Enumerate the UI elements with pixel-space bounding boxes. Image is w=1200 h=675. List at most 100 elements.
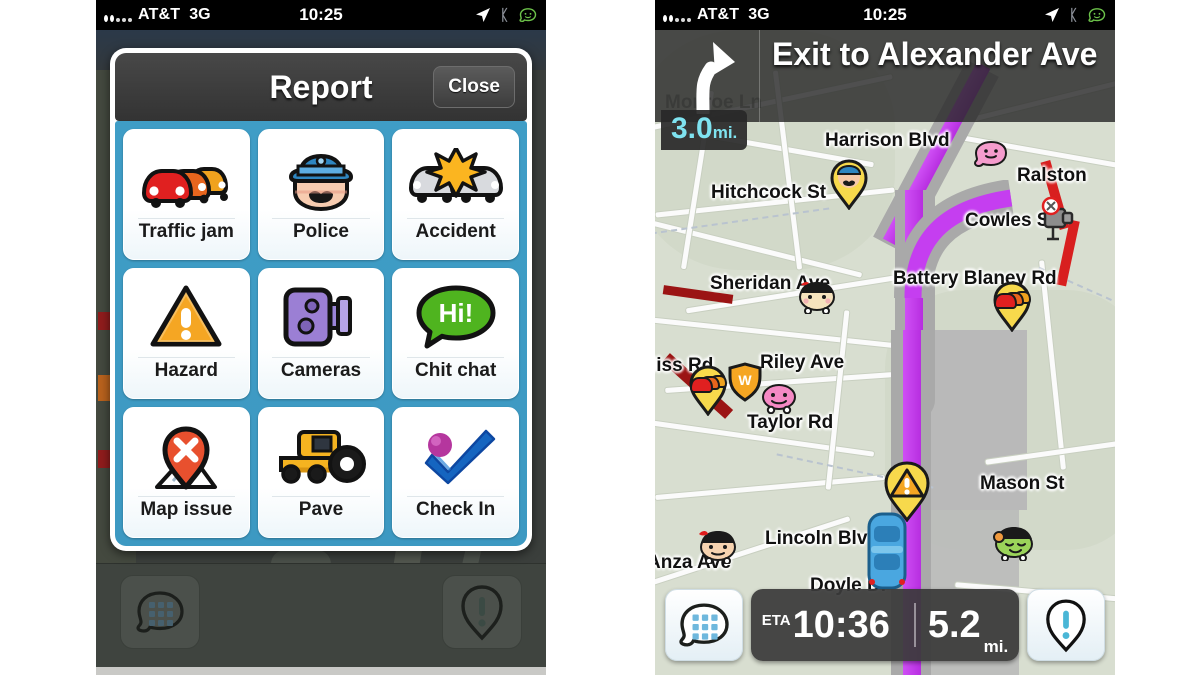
map-road xyxy=(655,474,885,501)
report-option-cameras[interactable]: Cameras xyxy=(257,268,385,399)
report-option-label: Accident xyxy=(415,221,496,242)
report-option-label: Hazard xyxy=(154,360,218,381)
speed-camera-icon[interactable] xyxy=(1033,195,1077,243)
mood-ninja-icon[interactable] xyxy=(795,280,839,314)
report-option-accident[interactable]: Accident xyxy=(392,129,519,260)
status-icons: ᛕ xyxy=(1044,7,1107,24)
waze-menu-button[interactable] xyxy=(665,589,743,661)
remaining-distance: 3.0mi. xyxy=(661,110,748,150)
report-button[interactable] xyxy=(1027,589,1105,661)
tile-divider xyxy=(272,357,370,358)
close-button[interactable]: Close xyxy=(433,66,515,108)
navigation-instruction-banner: 3.0mi. Exit to Alexander Ave xyxy=(655,30,1115,150)
map-label: Harrison Blvd xyxy=(825,130,950,151)
tile-divider xyxy=(137,496,235,497)
waze-logo-icon xyxy=(519,7,537,22)
screenshot-stage: Report Close Traffic jam Police Accident… xyxy=(0,0,1200,675)
map-label: Lincoln Blv xyxy=(765,528,868,549)
phone-right-navigation-screen: Monroe Ln Harrison Blvd Ralston Hitchcoc… xyxy=(655,0,1115,675)
remaining-distance-unit: mi. xyxy=(712,123,738,142)
phone-left-report-screen: Report Close Traffic jam Police Accident… xyxy=(96,0,546,675)
report-dialog-header: Report Close xyxy=(115,53,527,121)
report-option-label: Traffic jam xyxy=(138,221,234,242)
svg-text:W: W xyxy=(738,372,752,388)
waze-badge-icon[interactable]: W xyxy=(727,362,763,402)
camera-icon xyxy=(280,278,362,356)
mood-pink-icon[interactable] xyxy=(973,140,1009,168)
report-option-label: Check In xyxy=(416,499,496,520)
report-option-map-issue[interactable]: Map issue xyxy=(123,407,250,538)
bluetooth-icon: ᛕ xyxy=(1068,6,1078,24)
exit-right-arrow-icon xyxy=(696,42,735,114)
police-pin-icon[interactable] xyxy=(829,158,869,210)
hazard-icon xyxy=(149,278,223,356)
report-option-label: Chit chat xyxy=(415,360,497,381)
maneuver-panel: 3.0mi. xyxy=(655,30,760,150)
bluetooth-icon: ᛕ xyxy=(499,6,509,24)
map-issue-pin-icon xyxy=(143,417,229,495)
eta-label: ETA xyxy=(761,612,791,629)
car-position-icon xyxy=(867,512,907,590)
map-label: Ralston xyxy=(1017,165,1087,186)
location-arrow-icon xyxy=(475,8,490,22)
traffic-jam-icon xyxy=(138,139,234,217)
eta-time-group: ETA 10:36 xyxy=(762,606,902,644)
report-option-pave[interactable]: Pave xyxy=(257,407,385,538)
eta-panel[interactable]: ETA 10:36 5.2 mi. xyxy=(751,589,1019,661)
report-option-label: Map issue xyxy=(140,499,233,520)
accident-icon xyxy=(407,139,505,217)
waze-logo-icon xyxy=(1088,7,1106,22)
status-bar-right: AT&T 3G 10:25 ᛕ xyxy=(655,0,1115,30)
check-in-icon xyxy=(414,417,498,495)
eta-distance-value: 5.2 xyxy=(927,604,981,646)
tile-divider xyxy=(407,357,505,358)
status-bar-left: AT&T 3G 10:25 ᛕ xyxy=(96,0,546,30)
status-icons: ᛕ xyxy=(475,7,538,24)
report-option-traffic-jam[interactable]: Traffic jam xyxy=(123,129,250,260)
report-option-hazard[interactable]: Hazard xyxy=(123,268,250,399)
report-option-label: Police xyxy=(293,221,349,242)
right-bottom-bar: ETA 10:36 5.2 mi. xyxy=(655,589,1115,661)
mood-pink-car-icon[interactable] xyxy=(759,382,799,414)
left-bottom-bar xyxy=(96,563,546,675)
map-label: Riley Ave xyxy=(760,352,845,373)
waze-menu-button[interactable] xyxy=(120,575,200,649)
tile-divider xyxy=(137,357,235,358)
chat-bubble-icon: Hi! xyxy=(413,278,499,356)
waze-menu-icon xyxy=(136,591,184,633)
tile-divider xyxy=(137,218,235,219)
remaining-distance-value: 3.0 xyxy=(671,112,713,145)
tile-divider xyxy=(272,218,370,219)
map-road xyxy=(655,316,895,349)
eta-divider xyxy=(913,603,916,647)
report-pin-icon xyxy=(461,585,503,641)
police-icon xyxy=(281,139,361,217)
eta-distance-unit: mi. xyxy=(983,637,1009,656)
report-pin-icon xyxy=(1046,599,1086,653)
report-option-label: Cameras xyxy=(280,360,362,381)
report-dialog-title: Report xyxy=(269,68,373,105)
report-option-police[interactable]: Police xyxy=(257,129,385,260)
location-arrow-icon xyxy=(1044,8,1059,22)
traffic-jam-pin-icon[interactable] xyxy=(688,364,728,416)
map-label: Mason St xyxy=(980,473,1065,494)
tile-divider xyxy=(407,218,505,219)
traffic-jam-pin-icon[interactable] xyxy=(992,280,1032,332)
eta-time-value: 10:36 xyxy=(792,604,890,646)
navigation-instruction-text: Exit to Alexander Ave xyxy=(772,36,1098,72)
map-label: Battery Blaney Rd xyxy=(893,268,1057,289)
mood-green-icon[interactable] xyxy=(990,525,1038,561)
report-dialog: Report Close Traffic jam Police Accident… xyxy=(110,48,532,551)
report-options-grid: Traffic jam Police Accident Hazard Camer… xyxy=(115,121,527,546)
report-option-chit-chat[interactable]: Hi! Chit chat xyxy=(392,268,519,399)
report-button[interactable] xyxy=(442,575,522,649)
road-roller-icon xyxy=(273,417,369,495)
chat-bubble-text: Hi! xyxy=(438,298,473,328)
tile-divider xyxy=(407,496,505,497)
mood-girl-icon[interactable] xyxy=(695,528,741,564)
report-option-label: Pave xyxy=(298,499,344,520)
report-option-check-in[interactable]: Check In xyxy=(392,407,519,538)
map-label: Hitchcock St xyxy=(711,182,827,203)
waze-menu-icon xyxy=(679,603,729,647)
tile-divider xyxy=(272,496,370,497)
